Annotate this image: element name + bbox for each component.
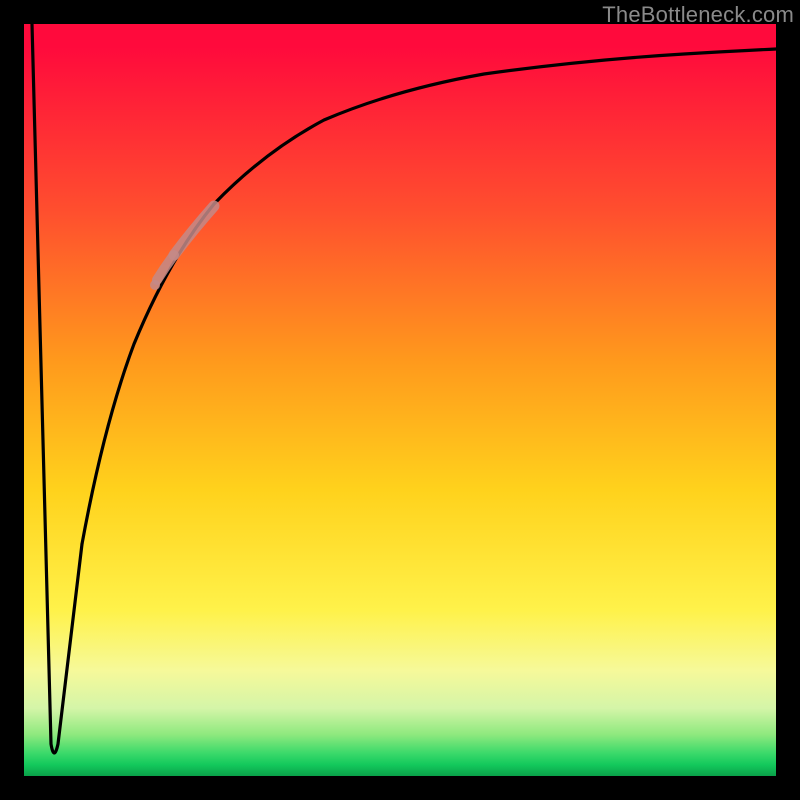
- chart-stage: TheBottleneck.com: [0, 0, 800, 800]
- bottleneck-curve: [24, 24, 776, 776]
- plot-area: [24, 24, 776, 776]
- curve-main: [82, 49, 776, 544]
- curve-left-spike: [32, 24, 82, 753]
- curve-highlight-upper: [174, 206, 214, 255]
- curve-highlight-dot: [150, 280, 160, 290]
